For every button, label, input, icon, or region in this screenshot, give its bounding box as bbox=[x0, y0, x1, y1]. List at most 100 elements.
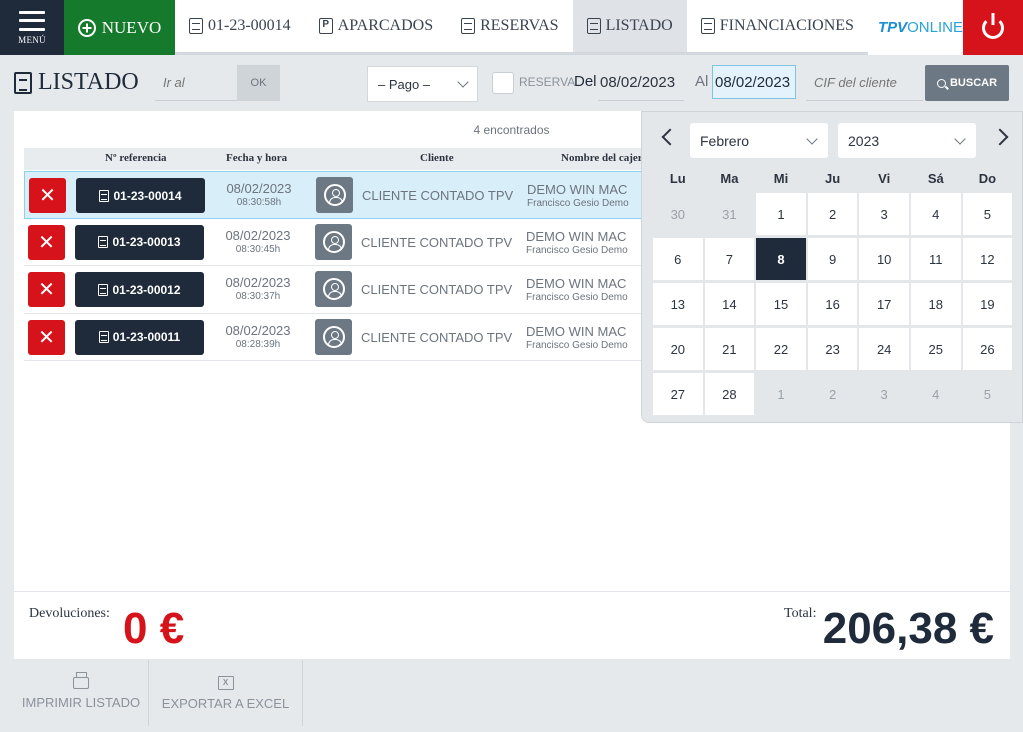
client-button[interactable] bbox=[315, 271, 352, 307]
row-cashier-sub: Francisco Gesio Demo bbox=[526, 244, 628, 256]
table-row[interactable]: ✕ 01-23-00012 08/02/2023 08:30:37h CLIENT… bbox=[24, 266, 664, 314]
calendar-day[interactable]: 30 bbox=[653, 193, 703, 235]
next-month-chevron-icon[interactable] bbox=[991, 128, 1009, 146]
calendar-day[interactable]: 31 bbox=[705, 193, 755, 235]
month-select[interactable]: Febrero bbox=[690, 123, 828, 158]
calendar-day[interactable]: 26 bbox=[962, 328, 1013, 370]
ref-button[interactable]: 01-23-00013 bbox=[75, 224, 204, 260]
print-list-button[interactable]: IMPRIMIR LISTADO bbox=[14, 660, 149, 726]
reservation-icon bbox=[461, 18, 476, 34]
total-value: 206,38 € bbox=[822, 604, 994, 653]
prev-month-chevron-icon[interactable] bbox=[661, 128, 679, 146]
tab-financiaciones[interactable]: FINANCIACIONES bbox=[686, 0, 868, 55]
tab-current-ticket[interactable]: 01-23-00014 bbox=[175, 0, 305, 55]
calendar-day[interactable]: 1 bbox=[756, 373, 806, 415]
buscar-button[interactable]: BUSCAR bbox=[925, 65, 1009, 101]
col-header-date: Fecha y hora bbox=[226, 152, 288, 164]
pago-select[interactable]: – Pago – bbox=[367, 66, 478, 102]
table-row[interactable]: ✕ 01-23-00013 08/02/2023 08:30:45h CLIENT… bbox=[24, 219, 664, 266]
calendar-day[interactable]: 25 bbox=[910, 328, 961, 370]
row-cashier-name: DEMO WIN MAC bbox=[526, 228, 627, 244]
devoluciones-value: 0 € bbox=[123, 604, 185, 653]
col-header-cashier: Nombre del cajero bbox=[561, 152, 648, 164]
ok-button[interactable]: OK bbox=[237, 65, 280, 101]
tab-listado[interactable]: LISTADO bbox=[572, 0, 687, 55]
calendar-day[interactable]: 9 bbox=[807, 238, 858, 280]
calendar-day[interactable]: 11 bbox=[910, 238, 961, 280]
delete-button[interactable]: ✕ bbox=[28, 319, 65, 355]
calendar-day[interactable]: 20 bbox=[653, 328, 703, 370]
calendar-day[interactable]: 7 bbox=[704, 238, 755, 280]
goto-input[interactable] bbox=[155, 65, 237, 101]
tab-label: RESERVAS bbox=[480, 17, 559, 34]
ref-button[interactable]: 01-23-00011 bbox=[75, 319, 204, 355]
nuevo-button[interactable]: NUEVO bbox=[64, 0, 175, 55]
calendar-day[interactable]: 22 bbox=[756, 328, 806, 370]
year-select[interactable]: 2023 bbox=[838, 123, 976, 158]
print-label: IMPRIMIR LISTADO bbox=[21, 694, 141, 710]
row-cashier: DEMO WIN MAC Francisco Gesio Demo bbox=[526, 229, 628, 256]
chevron-down-icon bbox=[806, 132, 818, 145]
table-row[interactable]: ✕ 01-23-00011 08/02/2023 08:28:39h CLIENT… bbox=[24, 314, 664, 361]
client-button[interactable] bbox=[316, 177, 353, 213]
delete-button[interactable]: ✕ bbox=[28, 224, 65, 260]
calendar-day[interactable]: 19 bbox=[962, 283, 1013, 325]
calendar-day[interactable]: 2 bbox=[808, 373, 858, 415]
row-client: CLIENTE CONTADO TPV bbox=[362, 188, 514, 203]
calendar-day[interactable]: 6 bbox=[653, 238, 703, 280]
parking-icon: P bbox=[318, 18, 333, 34]
date-to-input[interactable] bbox=[712, 65, 796, 99]
calendar-day[interactable]: 15 bbox=[756, 283, 806, 325]
hamburger-icon bbox=[19, 10, 45, 31]
calendar-day[interactable]: 21 bbox=[704, 328, 755, 370]
client-button[interactable] bbox=[315, 223, 352, 260]
power-button[interactable] bbox=[963, 0, 1023, 55]
menu-label: MENÚ bbox=[18, 34, 46, 45]
calendar-day[interactable]: 28 bbox=[704, 373, 755, 415]
document-icon bbox=[189, 18, 203, 34]
filter-toolbar: LISTADO OK – Pago – RESERVA Del Al BUSCA… bbox=[0, 55, 1023, 111]
calendar-day[interactable]: 18 bbox=[910, 283, 961, 325]
calendar-day[interactable]: 23 bbox=[807, 328, 858, 370]
calendar-day[interactable]: 1 bbox=[756, 193, 806, 235]
cif-input[interactable] bbox=[806, 65, 923, 101]
date-from-input[interactable] bbox=[598, 65, 684, 101]
delete-button[interactable]: ✕ bbox=[28, 272, 65, 307]
ref-button[interactable]: 01-23-00012 bbox=[75, 272, 204, 307]
calendar-day[interactable]: 4 bbox=[911, 373, 961, 415]
calendar-day[interactable]: 3 bbox=[859, 193, 909, 235]
calendar-day-selected[interactable]: 8 bbox=[756, 238, 806, 280]
calendar-day[interactable]: 10 bbox=[859, 238, 909, 280]
calendar-day[interactable]: 13 bbox=[653, 283, 703, 325]
tab-aparcados[interactable]: P APARCADOS bbox=[304, 0, 448, 55]
delete-button[interactable]: ✕ bbox=[29, 178, 66, 213]
calendar-day[interactable]: 4 bbox=[910, 193, 961, 235]
calendar-day[interactable]: 5 bbox=[963, 373, 1013, 415]
row-cashier-sub: Francisco Gesio Demo bbox=[526, 339, 628, 351]
row-cashier-sub: Francisco Gesio Demo bbox=[526, 292, 628, 303]
calendar-day[interactable]: 3 bbox=[859, 373, 909, 415]
calendar-day[interactable]: 2 bbox=[807, 193, 858, 235]
col-header-client: Cliente bbox=[420, 152, 454, 164]
close-icon: ✕ bbox=[38, 231, 55, 254]
calendar-day[interactable]: 5 bbox=[962, 193, 1013, 235]
tab-reservas[interactable]: RESERVAS bbox=[447, 0, 573, 55]
calendar-day[interactable]: 17 bbox=[859, 283, 909, 325]
reserva-checkbox[interactable] bbox=[492, 72, 514, 94]
list-doc-icon bbox=[14, 71, 32, 94]
document-icon bbox=[98, 283, 109, 296]
calendar-day[interactable]: 24 bbox=[859, 328, 909, 370]
calendar-day[interactable]: 12 bbox=[962, 238, 1013, 280]
weekday-label: Do bbox=[978, 171, 997, 186]
calendar-day[interactable]: 14 bbox=[704, 283, 755, 325]
row-client: CLIENTE CONTADO TPV bbox=[361, 329, 513, 345]
row-cashier: DEMO WIN MAC Francisco Gesio Demo bbox=[526, 324, 628, 351]
ref-button[interactable]: 01-23-00014 bbox=[76, 178, 205, 213]
client-button[interactable] bbox=[315, 318, 352, 355]
calendar-day[interactable]: 27 bbox=[653, 373, 703, 415]
export-excel-button[interactable]: X EXPORTAR A EXCEL bbox=[149, 660, 303, 726]
menu-button[interactable]: MENÚ bbox=[0, 0, 64, 55]
table-row[interactable]: ✕ 01-23-00014 08/02/2023 08:30:58h CLIENT… bbox=[24, 171, 664, 219]
calendar-day[interactable]: 16 bbox=[807, 283, 858, 325]
user-icon bbox=[322, 230, 345, 253]
